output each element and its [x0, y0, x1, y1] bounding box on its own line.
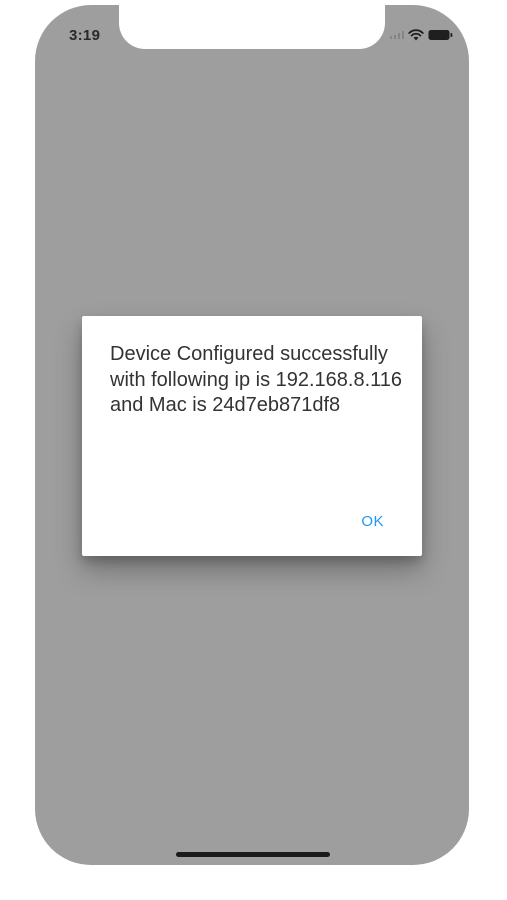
- status-icons: [390, 29, 453, 41]
- wifi-icon: [408, 29, 424, 41]
- cellular-signal-icon: [390, 31, 404, 39]
- device-notch: [119, 5, 385, 49]
- alert-message: Device Configured successfully with foll…: [110, 343, 403, 416]
- alert-dialog: Device Configured successfully with foll…: [82, 316, 422, 556]
- battery-icon: [428, 29, 453, 41]
- ok-button[interactable]: OK: [357, 511, 388, 532]
- home-indicator[interactable]: [176, 852, 330, 857]
- status-time: 3:19: [69, 27, 101, 44]
